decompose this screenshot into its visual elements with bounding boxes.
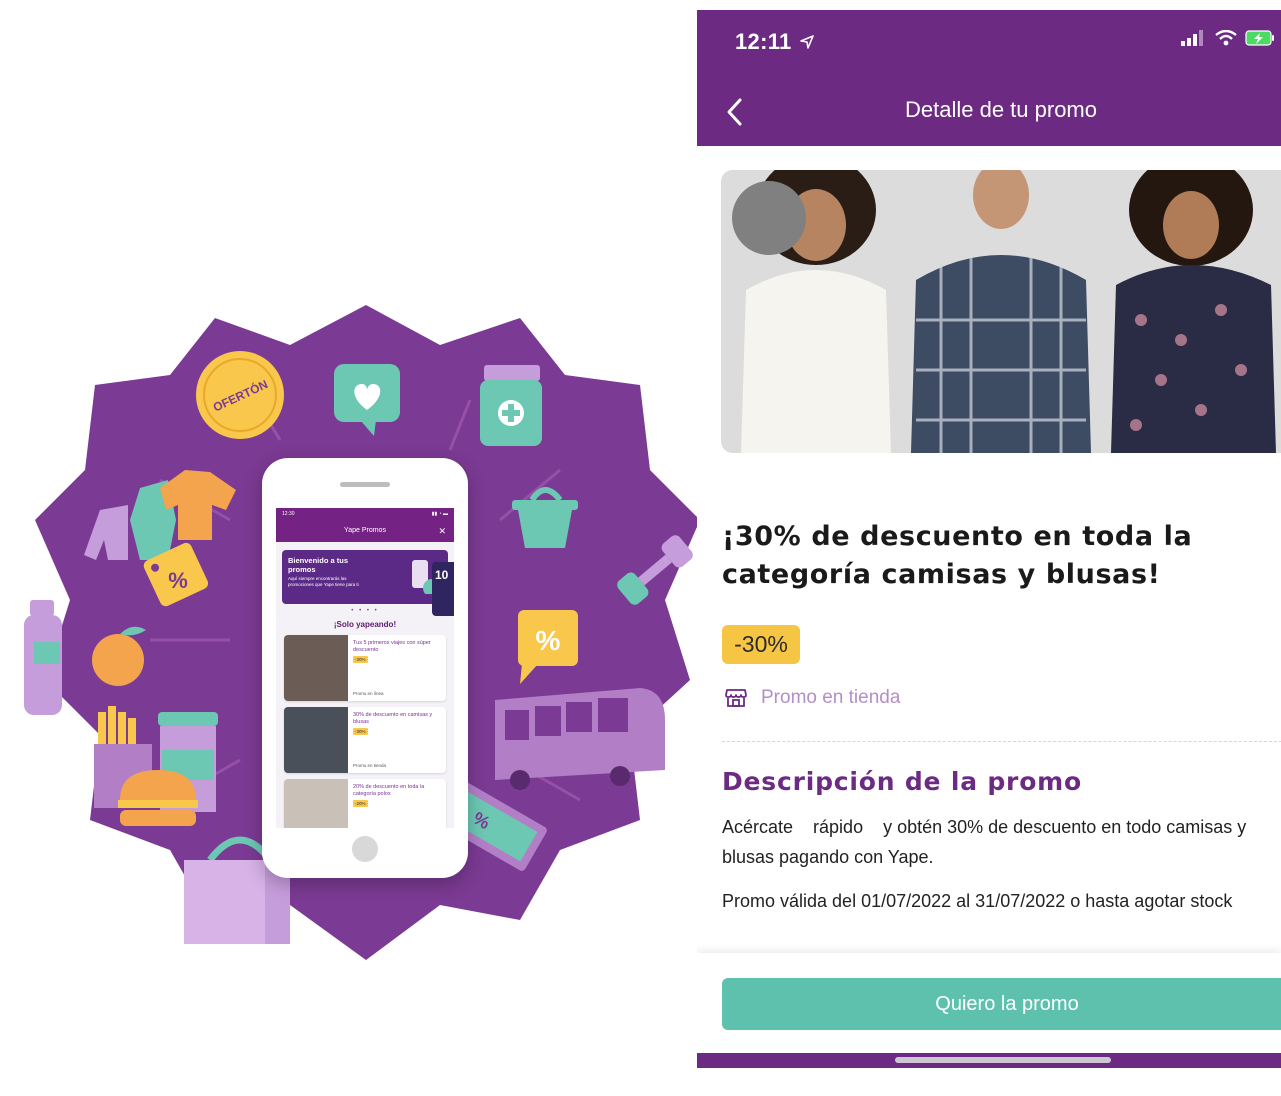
mini-card-info: 30% de descuento en camisas y blusas -30… — [348, 707, 446, 773]
status-icons — [1181, 30, 1275, 46]
home-bar — [697, 1053, 1281, 1068]
status-bar: 12:11 — [697, 10, 1281, 80]
hero-photo — [721, 170, 1281, 453]
section-divider — [722, 741, 1281, 742]
mini-carousel-dots: • • • • — [351, 608, 379, 614]
mini-card-location: Promo en tienda — [353, 763, 387, 768]
medicine-bottle-icon — [480, 365, 542, 446]
water-bottle-icon — [24, 600, 62, 715]
mini-side-card: 10 — [432, 562, 454, 616]
page-title: Detalle de tu promo — [905, 97, 1097, 122]
mini-status-bar: 12:30 ▮▮ ◔ ▬ — [276, 508, 454, 520]
nav-bar: Detalle de tu promo — [697, 80, 1281, 146]
mini-card-text: Tus 5 primeros viajes con súper descuent… — [353, 640, 431, 653]
mini-welcome-title: Bienvenido a tus promos — [288, 556, 349, 574]
mini-welcome-subtitle: Aquí siempre encontrarás las promociones… — [288, 576, 359, 587]
mini-card-tag: -30% — [353, 656, 368, 663]
mini-card-tag: -30% — [353, 728, 368, 735]
mini-card-image — [284, 707, 348, 773]
promo-illustration: OFERTÓN % % % 12:30 ▮▮ ◔ ▬ Yape Promos ✕… — [0, 0, 700, 1096]
mini-header: Yape Promos ✕ — [276, 520, 454, 542]
home-indicator[interactable] — [895, 1057, 1111, 1063]
percent-bubble-text: % — [536, 625, 561, 656]
status-time-text: 12:11 — [735, 29, 792, 54]
mini-home-button — [352, 836, 378, 862]
mini-phone-speaker — [340, 482, 390, 487]
status-time: 12:11 — [735, 29, 814, 55]
location-arrow-icon — [800, 35, 814, 49]
mini-card-tag: -20% — [353, 800, 368, 807]
mini-welcome-banner: Bienvenido a tus promos Aquí siempre enc… — [282, 550, 448, 604]
mini-close-icon: ✕ — [438, 526, 446, 536]
mini-phone-screen: 12:30 ▮▮ ◔ ▬ Yape Promos ✕ Bienvenido a … — [276, 508, 454, 828]
mini-phone-mockup: 12:30 ▮▮ ◔ ▬ Yape Promos ✕ Bienvenido a … — [262, 458, 468, 878]
mini-promo-card: 20% de descuento en toda la categoría po… — [284, 779, 446, 828]
discount-badge: -30% — [722, 625, 800, 664]
wifi-icon — [1215, 30, 1237, 46]
mini-promo-card: Tus 5 primeros viajes con súper descuent… — [284, 635, 446, 701]
mini-card-text: 30% de descuento en camisas y blusas — [353, 712, 433, 725]
promo-type: Promo en tienda — [725, 687, 900, 709]
bus-icon — [495, 688, 665, 790]
validity-text: Promo válida del 01/07/2022 al 31/07/202… — [722, 891, 1233, 911]
cta-footer: Quiero la promo — [697, 953, 1281, 1053]
mini-card-image — [284, 635, 348, 701]
mini-card-text: 20% de descuento en toda la categoría po… — [353, 784, 425, 797]
mini-card-info: 20% de descuento en toda la categoría po… — [348, 779, 446, 828]
promo-hero-image — [721, 170, 1281, 453]
mini-header-title: Yape Promos — [344, 527, 386, 534]
mini-status-time: 12:30 — [282, 511, 295, 517]
mini-card-image — [284, 779, 348, 828]
mini-card-info: Tus 5 primeros viajes con súper descuent… — [348, 635, 446, 701]
signal-icon — [1181, 30, 1203, 46]
description-body: Acércate rápido y obtén 30% de descuento… — [722, 817, 1252, 867]
description-heading: Descripción de la promo — [722, 767, 1082, 796]
mini-status-icons: ▮▮ ◔ ▬ — [431, 511, 448, 517]
mini-section-title: ¡Solo yapeando! — [333, 620, 397, 629]
promo-type-label: Promo en tienda — [761, 687, 901, 708]
store-icon — [725, 689, 747, 707]
mini-promo-card: 30% de descuento en camisas y blusas -30… — [284, 707, 446, 773]
quiero-la-promo-button[interactable]: Quiero la promo — [722, 978, 1281, 1030]
promo-detail-screen: 12:11 Detalle de tu promo ¡30% de descue… — [697, 10, 1281, 1068]
mini-card-location: Promo en línea — [353, 691, 384, 696]
promo-title: ¡30% de descuento en toda la categoría c… — [722, 521, 1193, 590]
price-tag-text: % — [168, 568, 188, 593]
battery-charging-icon — [1245, 30, 1274, 46]
